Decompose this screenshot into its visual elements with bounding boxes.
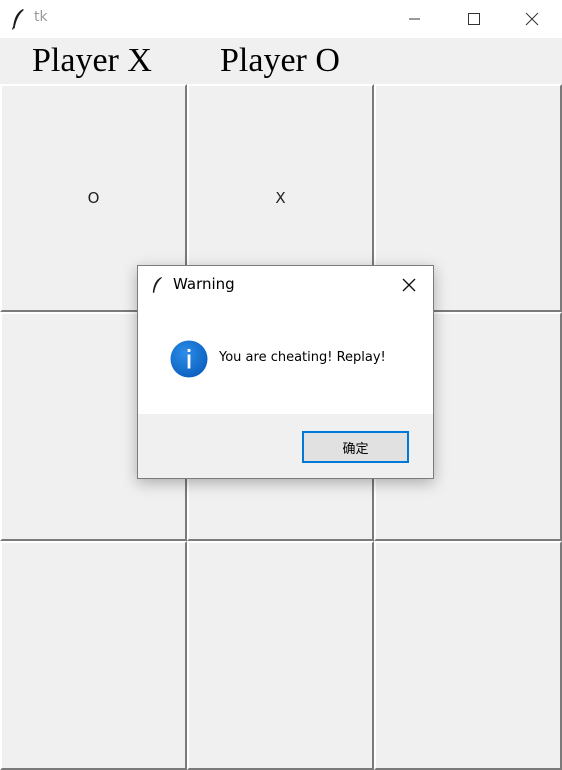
warning-dialog: Warning You are cheating! Replay! 确定 [137,265,434,479]
dialog-close-icon[interactable] [400,276,418,294]
minimize-icon [409,18,420,20]
dialog-title: Warning [173,275,235,293]
dialog-footer: 确定 [138,414,433,478]
cell-mark: O [87,189,100,207]
close-icon [525,12,539,26]
ok-button[interactable]: 确定 [302,431,409,463]
cell-mark: X [275,189,286,207]
close-window-button[interactable] [503,0,561,38]
board-cell-9[interactable] [374,541,562,770]
window-title: tk [34,9,48,25]
tk-feather-icon [152,277,162,293]
tk-feather-icon [11,9,24,30]
player-o-label: Player O [220,42,340,79]
window-titlebar: tk [0,0,562,38]
info-icon [170,340,208,378]
player-x-label: Player X [32,42,152,79]
board-cell-8[interactable] [187,541,374,770]
minimize-button[interactable] [385,0,443,38]
maximize-button[interactable] [444,0,502,38]
dialog-message: You are cheating! Replay! [219,350,386,365]
board-cell-7[interactable] [0,541,187,770]
maximize-icon [468,13,480,25]
